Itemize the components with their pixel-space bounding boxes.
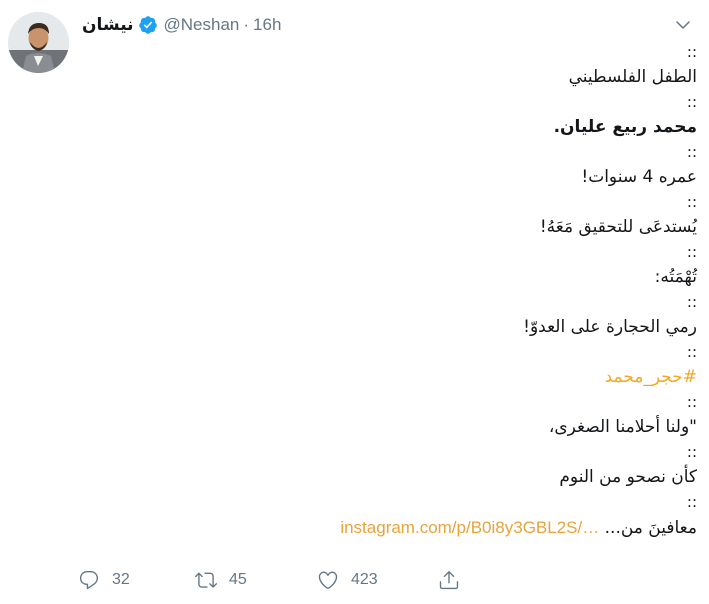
- separator-line: ::: [686, 493, 697, 511]
- user-handle[interactable]: @Neshan: [164, 15, 240, 35]
- separator-line: ::: [686, 343, 697, 361]
- text-line: رمي الحجارة على العدوّ!: [523, 317, 697, 337]
- heart-icon: [318, 571, 338, 589]
- text-line: عمره 4 سنوات!: [581, 167, 697, 187]
- like-count: 423: [351, 571, 378, 588]
- display-name[interactable]: نيشان: [82, 15, 134, 35]
- share-icon: [439, 571, 459, 590]
- retweet-icon: [195, 572, 217, 588]
- separator-line: ::: [686, 443, 697, 461]
- reply-icon: [79, 571, 99, 590]
- avatar-image: [8, 12, 69, 73]
- text-line: يُستدعَى للتحقيق مَعَهُ!: [539, 217, 697, 237]
- like-button[interactable]: 423: [317, 569, 378, 591]
- separator-line: ::: [686, 243, 697, 261]
- separator-line: ::: [686, 393, 697, 411]
- share-button[interactable]: [438, 569, 460, 591]
- tweet-header: نيشان @Neshan · 16h: [82, 12, 281, 38]
- separator-line: ::: [686, 293, 697, 311]
- text-line: الطفل الفلسطيني: [568, 67, 697, 87]
- avatar[interactable]: [8, 12, 69, 73]
- separator-dot: ·: [243, 15, 250, 34]
- retweet-button[interactable]: 45: [195, 569, 247, 591]
- separator-line: ::: [686, 43, 697, 61]
- reply-button[interactable]: 32: [78, 569, 130, 591]
- truncated-text: معافينَ من...: [604, 518, 697, 538]
- reply-count: 32: [112, 571, 130, 588]
- tweet-text: :: الطفل الفلسطيني :: محمد ربيع عليان. :…: [137, 40, 697, 540]
- separator-line: ::: [686, 143, 697, 161]
- text-line: "ولنا أحلامنا الصغرى،: [548, 417, 697, 437]
- verified-badge-icon: [138, 15, 158, 35]
- instagram-link[interactable]: instagram.com/p/B0i8y3GBL2S/…: [340, 518, 599, 537]
- chevron-down-icon[interactable]: [671, 13, 695, 37]
- text-line-bold: محمد ربيع عليان.: [553, 117, 697, 137]
- tweet-actions: 32 45 423: [78, 566, 478, 594]
- text-line: كأن نصحو من النوم: [559, 467, 697, 487]
- text-line-with-link: معافينَ من... instagram.com/p/B0i8y3GBL2…: [137, 515, 697, 540]
- text-line: تُهْمَتُه:: [654, 267, 697, 287]
- separator-line: ::: [686, 93, 697, 111]
- tweet-timestamp[interactable]: 16h: [253, 15, 281, 35]
- hashtag-link[interactable]: #حجر_محمد: [605, 367, 697, 387]
- retweet-count: 45: [229, 571, 247, 588]
- separator-line: ::: [686, 193, 697, 211]
